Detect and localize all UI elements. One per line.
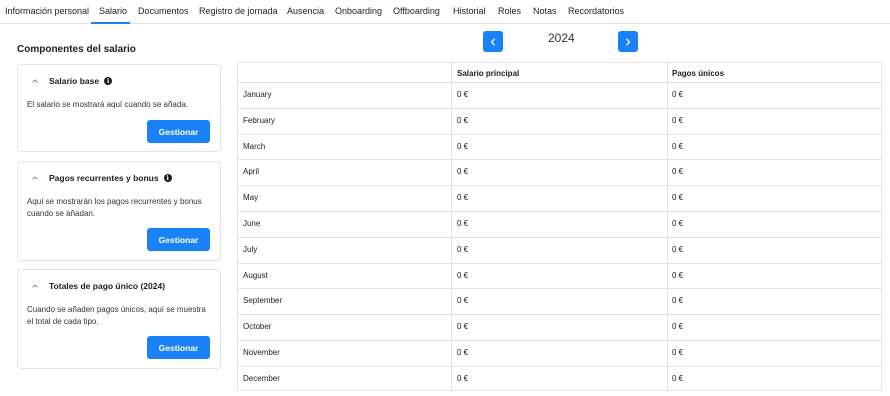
table-header: Salario principal Pagos únicos — [238, 63, 881, 83]
salary-cell: 0 € — [457, 348, 469, 357]
month-cell: December — [243, 373, 280, 383]
salary-cell: 0 € — [457, 244, 469, 254]
one-off-payment-cell: 0 € — [672, 296, 684, 306]
card-pagos-recurrentes: Pagos recurrentes y bonus i Aquí se most… — [17, 161, 221, 261]
tab-registro-de-jornada[interactable]: Registro de jornada — [199, 6, 278, 16]
salary-cell: 0 € — [457, 322, 469, 332]
table-row: November 0 € 0 € — [238, 341, 881, 367]
one-off-payment-cell: 0 € — [672, 270, 684, 280]
card-title: Pagos recurrentes y bonus — [49, 173, 159, 183]
month-cell: March — [243, 141, 266, 151]
month-cell: April — [243, 167, 260, 177]
month-cell: August — [243, 270, 268, 280]
card-description: El salario se mostrará aquí cuando se añ… — [27, 100, 188, 109]
tab-informacion-personal[interactable]: Información personal — [5, 6, 89, 16]
salary-cell: 0 € — [457, 90, 469, 99]
one-off-payment-cell: 0 € — [672, 219, 684, 228]
column-divider — [667, 63, 668, 390]
salary-cell: 0 € — [457, 296, 469, 306]
one-off-payment-cell: 0 € — [672, 373, 684, 383]
one-off-payment-cell: 0 € — [672, 348, 684, 357]
table-row: March 0 € 0 € — [238, 135, 881, 161]
tab-recordatorios[interactable]: Recordatorios — [568, 6, 624, 16]
salary-cell: 0 € — [457, 373, 469, 383]
month-cell: February — [243, 115, 276, 125]
month-cell: June — [243, 219, 261, 228]
one-off-payment-cell: 0 € — [672, 141, 684, 151]
month-cell: November — [243, 348, 280, 357]
month-cell: September — [243, 296, 283, 306]
salary-cell: 0 € — [457, 270, 469, 280]
card-description: Cuando se añaden pagos únicos, aquí se m… — [27, 305, 206, 326]
month-cell: October — [243, 322, 272, 332]
chevron-up-icon[interactable] — [30, 174, 40, 182]
tab-bar: Información personal Salario Documentos … — [0, 0, 890, 24]
table-row: June 0 € 0 € — [238, 212, 881, 238]
card-header[interactable]: Pagos recurrentes y bonus i — [30, 173, 172, 183]
salary-cell: 0 € — [457, 167, 469, 177]
table-row: February 0 € 0 € — [238, 109, 881, 135]
card-totales-pago-unico: Totales de pago único (2024) Cuando se a… — [17, 269, 221, 369]
table-row: December 0 € 0 € — [238, 367, 881, 390]
tab-notas[interactable]: Notas — [533, 6, 557, 16]
card-header[interactable]: Salario base i — [30, 76, 113, 86]
table-row: May 0 € 0 € — [238, 186, 881, 212]
active-tab-indicator — [91, 22, 130, 24]
table-row: January 0 € 0 € — [238, 83, 881, 109]
tab-offboarding[interactable]: Offboarding — [393, 6, 440, 16]
table-row: October 0 € 0 € — [238, 315, 881, 341]
month-cell: January — [243, 90, 272, 99]
salary-cell: 0 € — [457, 141, 469, 151]
chevron-left-icon — [490, 38, 495, 45]
card-header[interactable]: Totales de pago único (2024) — [30, 281, 165, 291]
info-icon[interactable]: i — [163, 174, 172, 182]
tab-documentos[interactable]: Documentos — [138, 6, 189, 16]
one-off-payment-cell: 0 € — [672, 322, 684, 332]
one-off-payment-cell: 0 € — [672, 90, 684, 99]
salary-cell: 0 € — [457, 219, 469, 228]
salary-cell: 0 € — [457, 115, 469, 125]
tab-historial[interactable]: Historial — [453, 6, 486, 16]
table-row: August 0 € 0 € — [238, 264, 881, 290]
salary-table: Salario principal Pagos únicos January 0 … — [237, 62, 882, 391]
table-row: April 0 € 0 € — [238, 160, 881, 187]
manage-button[interactable]: Gestionar — [147, 228, 210, 251]
manage-button[interactable]: Gestionar — [147, 120, 210, 143]
tab-ausencia[interactable]: Ausencia — [287, 6, 324, 16]
tab-salario[interactable]: Salario — [99, 6, 127, 16]
next-year-button[interactable] — [618, 31, 638, 52]
tab-onboarding[interactable]: Onboarding — [335, 6, 382, 16]
card-description: Aquí se mostrarán los pagos recurrentes … — [27, 197, 202, 218]
card-title: Salario base — [49, 76, 100, 86]
table-row: September 0 € 0 € — [238, 289, 881, 316]
one-off-payment-cell: 0 € — [672, 193, 684, 203]
column-header-salario-principal: Salario principal — [457, 69, 520, 78]
one-off-payment-cell: 0 € — [672, 244, 684, 254]
column-divider — [451, 63, 452, 390]
previous-year-button[interactable] — [483, 31, 503, 52]
month-cell: July — [243, 244, 258, 254]
year-label: 2024 — [548, 31, 575, 45]
card-title: Totales de pago único (2024) — [49, 281, 166, 291]
section-title: Componentes del salario — [17, 44, 136, 55]
info-icon[interactable]: i — [104, 77, 113, 85]
month-cell: May — [243, 193, 259, 203]
tab-roles[interactable]: Roles — [498, 6, 521, 16]
column-header-pagos-unicos: Pagos únicos — [672, 69, 725, 78]
card-salario-base: Salario base i El salario se mostrará aq… — [17, 64, 221, 152]
manage-button[interactable]: Gestionar — [147, 336, 210, 359]
chevron-up-icon[interactable] — [30, 77, 40, 85]
salary-cell: 0 € — [457, 193, 469, 203]
chevron-right-icon — [626, 38, 631, 45]
chevron-up-icon[interactable] — [30, 282, 40, 290]
one-off-payment-cell: 0 € — [672, 167, 684, 177]
table-row: July 0 € 0 € — [238, 238, 881, 264]
one-off-payment-cell: 0 € — [672, 115, 684, 125]
